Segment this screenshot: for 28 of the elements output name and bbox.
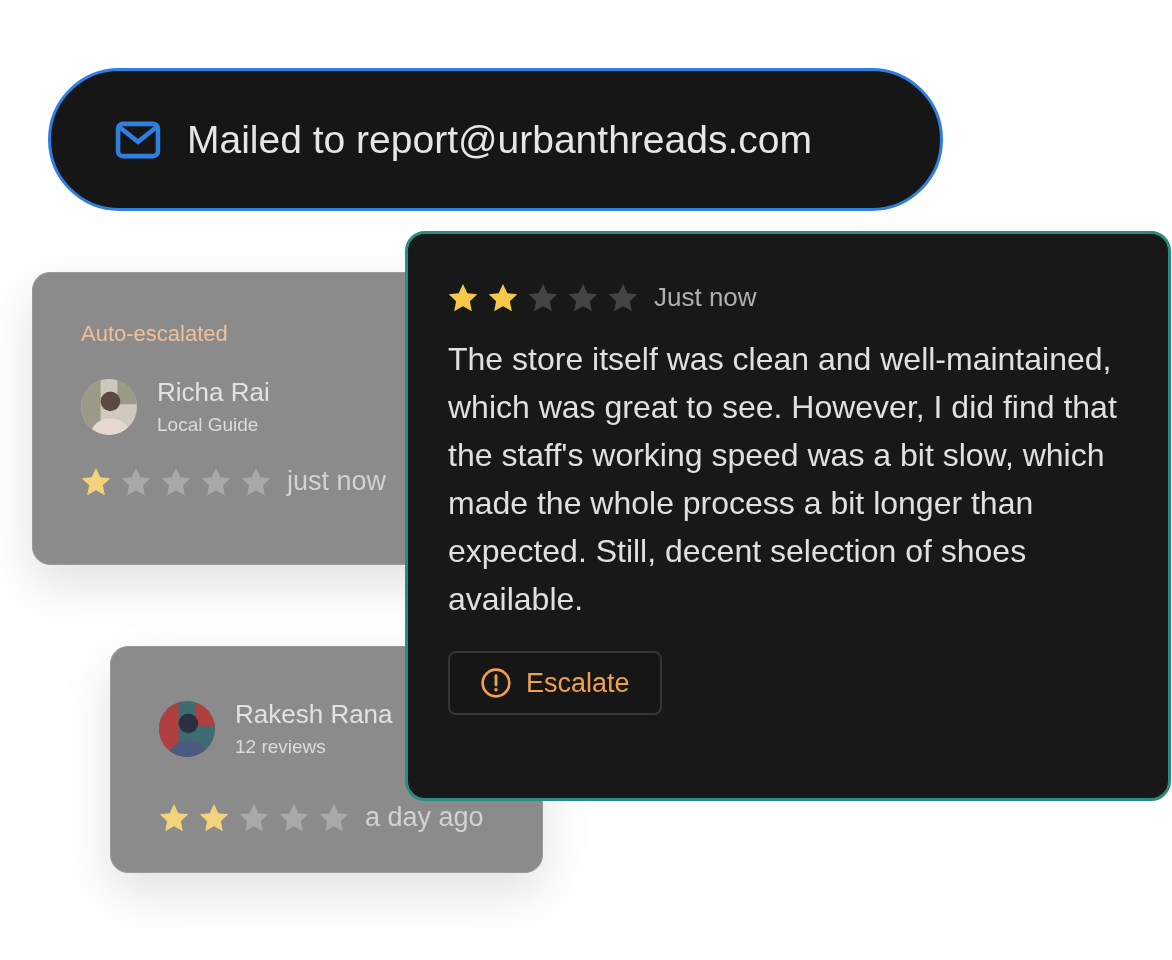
banner-text: Mailed to report@urbanthreads.com xyxy=(187,117,812,162)
warning-icon xyxy=(480,667,512,699)
mail-icon xyxy=(115,120,161,159)
star-icon xyxy=(568,283,598,312)
review-time: a day ago xyxy=(365,802,484,833)
review-time: just now xyxy=(287,466,387,497)
star-icon xyxy=(448,283,478,312)
star-icon xyxy=(201,467,231,496)
star-icon xyxy=(608,283,638,312)
author-subtitle: Local Guide xyxy=(157,414,260,436)
star-icon xyxy=(319,803,349,832)
star-icon xyxy=(121,467,151,496)
star-icon xyxy=(241,467,271,496)
star-icon xyxy=(161,467,191,496)
author-name: Richa Rai xyxy=(157,377,270,408)
review-time: Just now xyxy=(654,282,757,313)
star-icon xyxy=(279,803,309,832)
star-icon xyxy=(199,803,229,832)
review-text: The store itself was clean and well-maintained, which was great to see. However, I did find that the staff's working speed was a bit slow, which made the whole process a bit longer than expected. Still, decent selection of shoes available. xyxy=(448,340,1118,619)
star-icon xyxy=(159,803,189,832)
star-icon xyxy=(488,283,518,312)
escalate-button[interactable]: Escalate xyxy=(448,651,662,715)
status-label: Auto-escalated xyxy=(81,321,229,347)
star-icon xyxy=(81,467,111,496)
star-icon xyxy=(239,803,269,832)
star-icon xyxy=(528,283,558,312)
author-subtitle: 12 reviews xyxy=(235,736,327,758)
author-name: Rakesh Rana xyxy=(235,699,393,730)
